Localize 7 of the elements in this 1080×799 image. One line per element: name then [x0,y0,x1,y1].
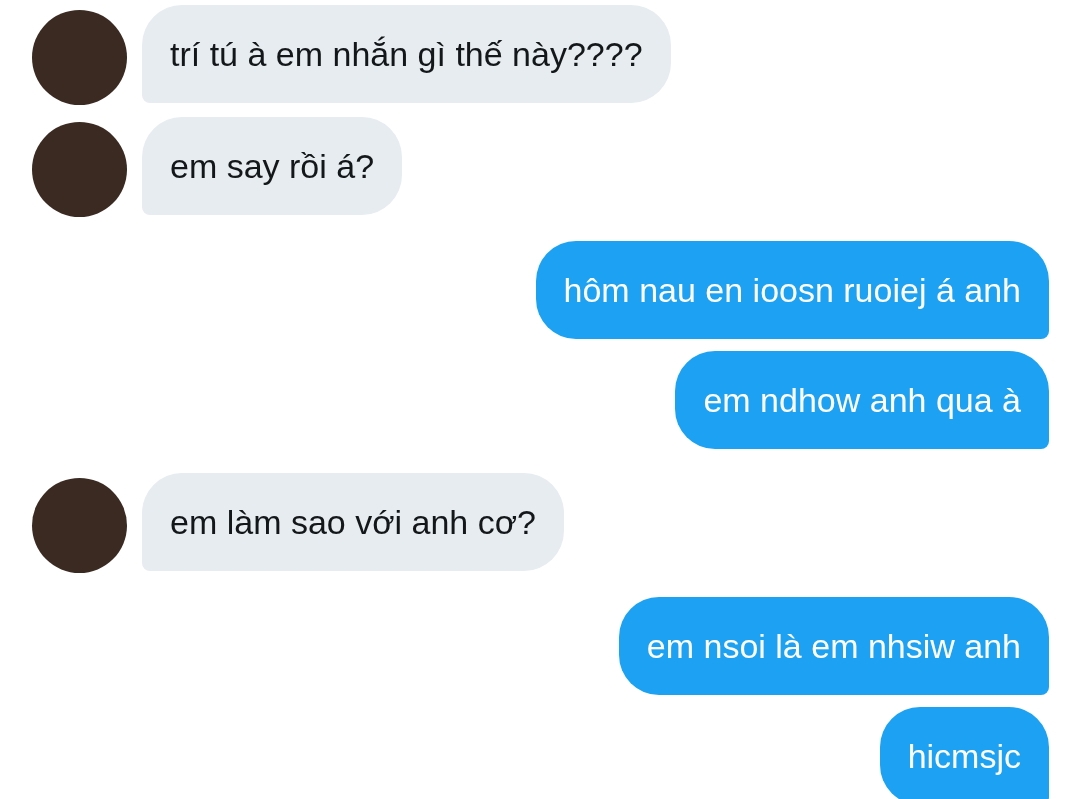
message-bubble: em say rồi á? [142,117,403,215]
message-bubble: em nsoi là em nhsiw anh [618,597,1049,695]
message-bubble: em làm sao với anh cơ? [142,473,564,571]
message-bubble: trí tú à em nhắn gì thế này???? [142,5,671,103]
message-bubble: hicmsjc [879,707,1049,799]
message-bubble: hôm nau en ioosn ruoiej á anh [535,241,1049,339]
message-bubble: em ndhow anh qua à [675,351,1049,449]
